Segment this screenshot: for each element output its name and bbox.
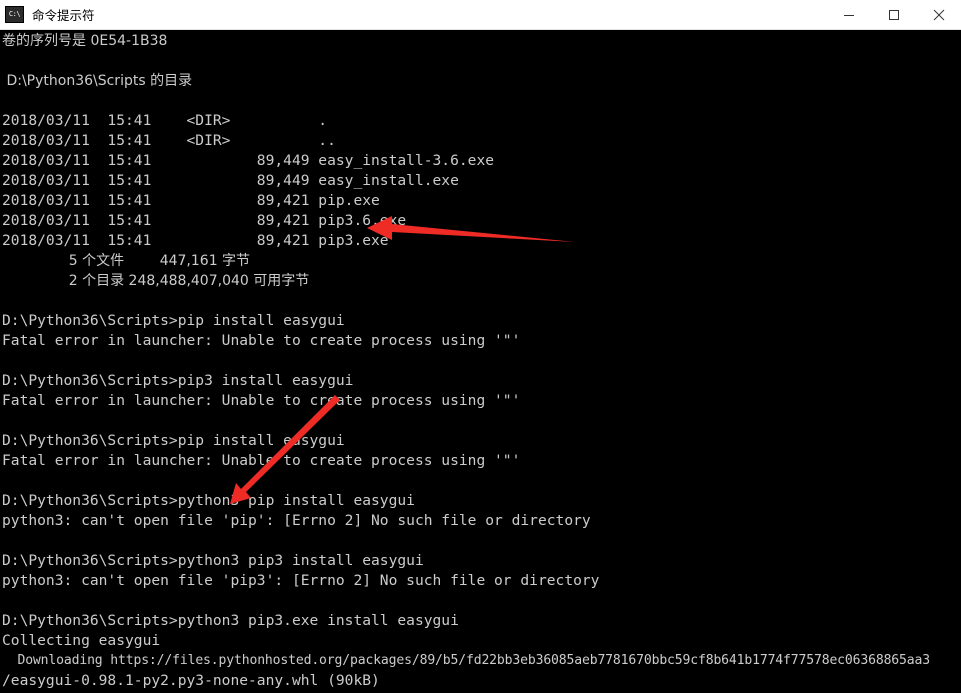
console-line: 2018/03/11 15:41 89,449 easy_install-3.6… <box>2 152 495 169</box>
command-prompt-window: C:\ 命令提示符 卷的序列号是 0E54-1B38 D:\Python36\S… <box>0 0 961 693</box>
console-line: Fatal error in launcher: Unable to creat… <box>2 452 521 469</box>
console-lines: 卷的序列号是 0E54-1B38 D:\Python36\Scripts 的目录… <box>2 31 961 693</box>
console-line: /easygui-0.98.1-py2.py3-none-any.whl (90… <box>2 672 380 689</box>
console-line: python3: can't open file 'pip3': [Errno … <box>2 572 600 589</box>
console-line: 卷的序列号是 0E54-1B38 <box>2 33 168 49</box>
console-line: Downloading https://files.pythonhosted.o… <box>2 653 930 668</box>
title-bar: C:\ 命令提示符 <box>0 0 961 30</box>
minimize-button[interactable] <box>826 0 871 29</box>
console-line: D:\Python36\Scripts>pip install easygui <box>2 432 345 449</box>
console-line: D:\Python36\Scripts>python3 pip3 install… <box>2 552 424 569</box>
console-line: Collecting easygui <box>2 632 161 649</box>
cmd-prompt-icon: C:\ <box>5 6 24 23</box>
maximize-icon <box>888 9 899 20</box>
console-line: D:\Python36\Scripts>pip install easygui <box>2 312 345 329</box>
title-bar-left: C:\ 命令提示符 <box>0 5 826 24</box>
close-button[interactable] <box>916 0 961 29</box>
console-line: 2018/03/11 15:41 <DIR> . <box>2 112 328 129</box>
console-line: 2018/03/11 15:41 89,421 pip3.6.exe <box>2 212 407 229</box>
console-line: D:\Python36\Scripts>pip3 install easygui <box>2 372 354 389</box>
console-output-area[interactable]: 卷的序列号是 0E54-1B38 D:\Python36\Scripts 的目录… <box>0 30 961 693</box>
console-line: D:\Python36\Scripts>python3 pip install … <box>2 492 415 509</box>
window-title: 命令提示符 <box>32 8 95 23</box>
console-line: D:\Python36\Scripts 的目录 <box>2 73 193 89</box>
console-line: 5 个文件 447,161 字节 <box>2 253 251 269</box>
console-line: Fatal error in launcher: Unable to creat… <box>2 332 521 349</box>
console-line: 2018/03/11 15:41 89,449 easy_install.exe <box>2 172 459 189</box>
console-line: python3: can't open file 'pip': [Errno 2… <box>2 512 591 529</box>
console-line: 2 个目录 248,488,407,040 可用字节 <box>2 273 310 289</box>
console-line: 2018/03/11 15:41 <DIR> .. <box>2 132 336 149</box>
maximize-button[interactable] <box>871 0 916 29</box>
window-controls <box>826 0 961 29</box>
console-line: 2018/03/11 15:41 89,421 pip3.exe <box>2 232 389 249</box>
console-line: 2018/03/11 15:41 89,421 pip.exe <box>2 192 380 209</box>
close-icon <box>933 9 944 20</box>
console-line: D:\Python36\Scripts>python3 pip3.exe ins… <box>2 612 459 629</box>
console-line: Fatal error in launcher: Unable to creat… <box>2 392 521 409</box>
minimize-icon <box>843 14 854 16</box>
